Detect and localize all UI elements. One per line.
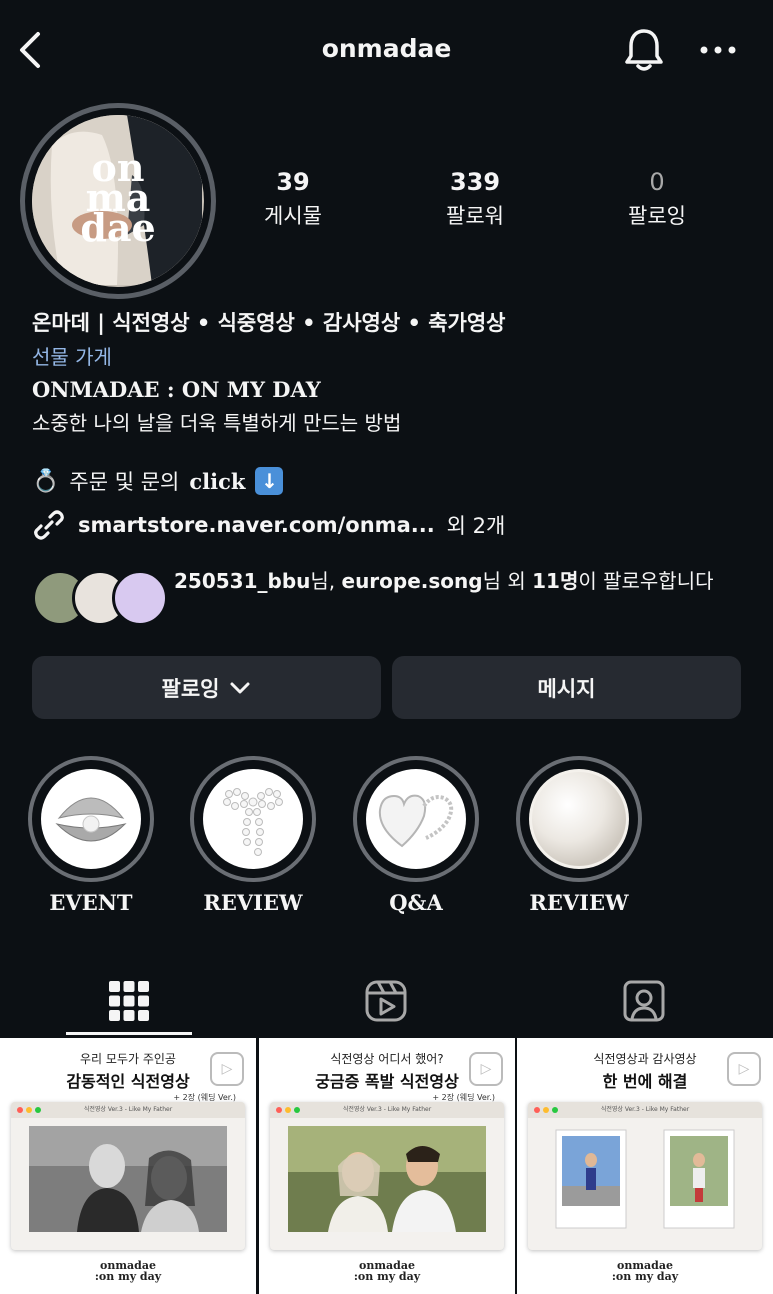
followers-count[interactable]: 339 팔로워 (405, 168, 545, 230)
message-button[interactable]: 메시지 (392, 656, 741, 719)
avatar-image: on ma dae (32, 115, 204, 287)
followed-by-text: 250531_bbu님, europe.song님 외 11명이 팔로우합니다 (174, 569, 714, 593)
follower-avatar (112, 570, 168, 626)
post-brand-footer: onmadae:on my day (94, 1259, 162, 1283)
post-thumbnail[interactable]: 식전영상 어디서 했어? 궁금증 폭발 식전영상 ▷ + 2장 (웨딩 Ver.… (259, 1038, 515, 1294)
posts-count[interactable]: 39 게시물 (223, 168, 363, 230)
profile-bio: 온마데 | 식전영상 • 식중영상 • 감사영상 • 축가영상 선물 가게 ON… (32, 306, 752, 440)
pearl-shell-icon (55, 797, 127, 842)
reels-icon (365, 980, 407, 1022)
bio-link[interactable]: smartstore.naver.com/onma... 외 2개 (32, 508, 505, 542)
followed-by[interactable]: 250531_bbu님, europe.song님 외 11명이 팔로우합니다 (32, 566, 752, 630)
following-button[interactable]: 팔로잉 (32, 656, 381, 719)
highlight-event[interactable]: EVENT (28, 756, 154, 915)
bio-display-name: 온마데 | 식전영상 • 식중영상 • 감사영상 • 축가영상 (32, 311, 506, 335)
tab-tagged[interactable] (581, 966, 707, 1036)
post-thumbnail[interactable]: 우리 모두가 주인공 감동적인 식전영상 ▷ + 2장 (웨딩 Ver.) 식전… (0, 1038, 256, 1294)
post-window-frame: 식전영상 Ver.3 - Like My Father (270, 1102, 504, 1250)
link-more[interactable]: 외 2개 (447, 510, 506, 540)
link-icon (34, 510, 64, 540)
highlight-review-1[interactable]: REVIEW (190, 756, 316, 915)
reel-play-icon: ▷ (469, 1052, 503, 1086)
order-click-text: click (189, 468, 246, 494)
link-url[interactable]: smartstore.naver.com/onma... (78, 513, 435, 537)
pearl-bow-icon (223, 788, 283, 856)
post-photo (29, 1126, 227, 1232)
post-thumbnail[interactable]: 식전영상과 감사영상 한 번에 해결 ▷ 식전영상 Ver.3 - Like M… (517, 1038, 773, 1294)
bio-brand-line: ONMADAE : ON MY DAY (32, 377, 321, 402)
post-window-frame: 식전영상 Ver.3 - Like My Father (11, 1102, 245, 1250)
post-window-frame: 식전영상 Ver.3 - Like My Father (528, 1102, 762, 1250)
post-brand-footer: onmadae:on my day (611, 1259, 679, 1283)
tab-grid[interactable] (66, 966, 192, 1036)
bio-tagline: 소중한 나의 날을 더욱 특별하게 만드는 방법 (32, 411, 402, 435)
reel-play-icon: ▷ (210, 1052, 244, 1086)
more-options-icon[interactable] (698, 40, 738, 60)
bell-icon[interactable] (622, 26, 666, 74)
avatar-logo-text: on ma dae (80, 145, 156, 250)
highlight-review-2[interactable]: REVIEW (516, 756, 642, 915)
pearl-icon (532, 772, 626, 866)
pearl-heart-icon (378, 794, 454, 848)
tagged-icon (623, 980, 665, 1022)
tab-reels[interactable] (323, 966, 449, 1036)
order-text: 주문 및 문의 (69, 470, 180, 494)
following-count[interactable]: 0 팔로잉 (587, 168, 727, 230)
ring-icon: 💍 (32, 468, 60, 494)
profile-avatar[interactable]: on ma dae (20, 103, 216, 299)
bio-category: 선물 가게 (32, 345, 112, 369)
down-arrow-icon: ↓ (255, 467, 284, 495)
reel-play-icon: ▷ (727, 1052, 761, 1086)
post-photo (288, 1126, 486, 1232)
post-brand-footer: onmadae:on my day (353, 1259, 421, 1283)
active-tab-indicator (66, 1032, 192, 1035)
top-bar: onmadae (0, 0, 773, 100)
chevron-down-icon (230, 682, 250, 693)
bio-order-line: 💍 주문 및 문의 click ↓ (32, 466, 284, 496)
highlight-qa[interactable]: Q&A (353, 756, 479, 915)
grid-icon (109, 981, 149, 1021)
post-photo (546, 1126, 744, 1232)
